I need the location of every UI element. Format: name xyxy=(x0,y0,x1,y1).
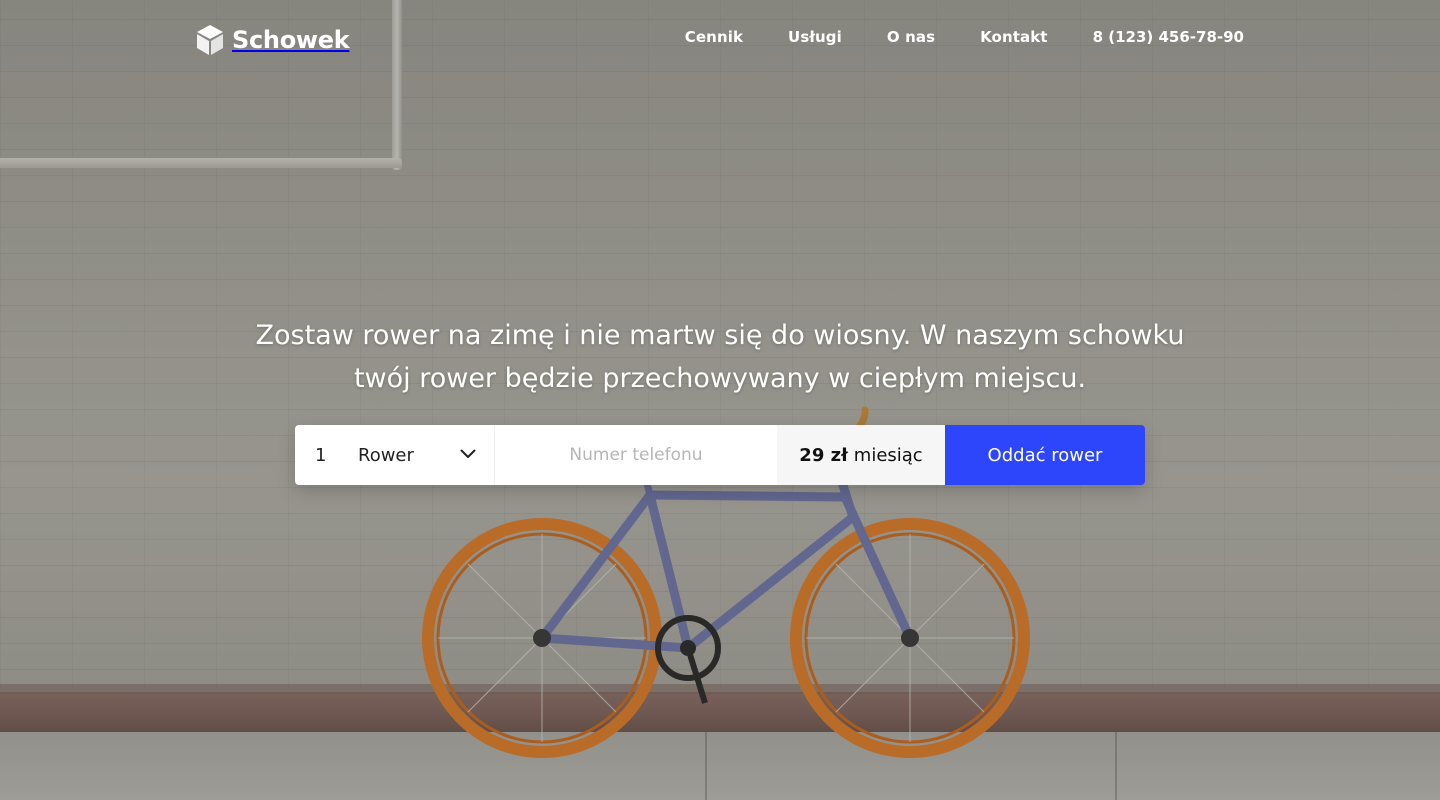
box-icon xyxy=(197,25,223,55)
site-header: Schowek Cennik Usługi O nas Kontakt 8 (1… xyxy=(0,0,1440,78)
quantity-unit: Rower xyxy=(358,444,414,466)
brand-name: Schowek xyxy=(232,26,350,54)
hero-headline-line-2: twój rower będzie przechowywany w ciepły… xyxy=(353,363,1087,394)
background-dim-overlay xyxy=(0,0,1440,800)
storage-order-form: 1 Rower 29 zł miesiąc Oddać rower xyxy=(295,425,1145,485)
price-display: 29 zł miesiąc xyxy=(777,425,945,485)
nav-link-o-nas[interactable]: O nas xyxy=(887,28,935,46)
phone-number-input[interactable] xyxy=(495,425,777,485)
header-phone-number[interactable]: 8 (123) 456-78-90 xyxy=(1093,28,1244,46)
chevron-down-icon xyxy=(460,449,476,458)
hero-background xyxy=(0,0,1440,800)
nav-link-uslugi[interactable]: Usługi xyxy=(788,28,842,46)
price-amount: 29 zł xyxy=(799,444,848,466)
main-nav: Cennik Usługi O nas Kontakt 8 (123) 456-… xyxy=(685,28,1244,46)
brand-logo-link[interactable]: Schowek xyxy=(196,24,350,56)
hero-headline-line-1: Zostaw rower na zimę i nie martw się do … xyxy=(255,320,1185,351)
submit-bike-button[interactable]: Oddać rower xyxy=(945,425,1145,485)
hero-headline: Zostaw rower na zimę i nie martw się do … xyxy=(220,314,1220,400)
nav-link-kontakt[interactable]: Kontakt xyxy=(980,28,1047,46)
quantity-value: 1 xyxy=(315,444,327,466)
price-period: miesiąc xyxy=(853,444,923,466)
bike-quantity-select[interactable]: 1 Rower xyxy=(295,425,495,485)
nav-link-cennik[interactable]: Cennik xyxy=(685,28,743,46)
